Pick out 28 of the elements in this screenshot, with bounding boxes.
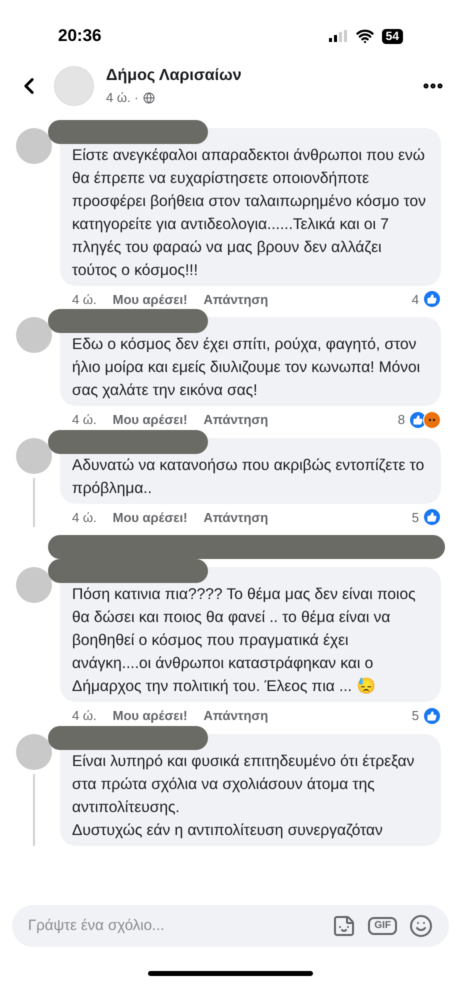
reply-link[interactable]: Απάντηση: [203, 290, 268, 309]
comment-time: 4 ώ.: [72, 411, 97, 429]
like-link[interactable]: Μου αρέσει!: [112, 410, 188, 430]
comment-text: Πόση κατινια πια???? Το θέμα μας δεν είναι ποιος θα δώσει και ποιος θα φανεί .. το θέμα είναι να βοηθηθεί ο κόσμος που πραγματικά έχει ανάγκη....οι άνθρωποι καταστράφηκαν και ο Δήμαρχος την πολιτική του. Έλεος πια ... 😓: [72, 585, 417, 697]
like-link[interactable]: Μου αρέσει!: [112, 508, 188, 527]
comment-text: Εδω ο κόσμος δεν έχει σπίτι, ρούχα, φαγητό, στον ήλιο μοίρα και εμείς διυλιζουμε τον κωνωπα! Μόνοι σας χαλάτε την εικόνα σας!: [72, 335, 422, 401]
reaction-count: 5: [412, 707, 419, 725]
page-name[interactable]: Δήμος Λαρισαίων: [106, 64, 409, 88]
comment-time: 4 ώ.: [72, 290, 97, 308]
comment-input-field[interactable]: Γράψτε ένα σχόλιο...: [28, 914, 320, 938]
reply-link[interactable]: Απάντηση: [203, 706, 268, 726]
reaction-count: 4: [412, 290, 419, 308]
battery-indicator: 54: [382, 28, 403, 44]
comment-text: Αδυνατώ να κατανοήσω που ακριβώς εντοπίζετε το πρόβλημα..: [72, 456, 426, 498]
gif-button[interactable]: GIF: [368, 917, 397, 935]
reply-link[interactable]: Απάντηση: [203, 508, 268, 527]
comment-time: 4 ώ.: [72, 707, 97, 725]
reaction-count: 5: [412, 508, 419, 526]
like-link[interactable]: Μου αρέσει!: [112, 706, 188, 726]
comment-text: Είναι λυπηρό και φυσικά επιτηδευμένο ότι έτρεξαν στα πρώτα σχόλια να σχολιάσουν άτομα της αντιπολίτευσης. Δυστυχώς εάν η αντιπολίτευση συνεργαζόταν: [72, 752, 416, 840]
status-time: 20:36: [58, 25, 102, 48]
reply-link[interactable]: Απάντηση: [203, 410, 268, 430]
comment-input[interactable]: Γράψτε ένα σχόλιο... GIF: [12, 905, 449, 947]
reaction-count: 8: [398, 411, 405, 429]
comment-text: Είστε ανεγκέφαλοι απαραδεκτοι άνθρωποι που ενώ θα έπρεπε να ευχαρίστησετε οποιονδήποτε προσφέρει βοήθεια στον ταλαιπωρημένο κόσμο τον κατηγορείτε για αντιδεολογια......Τελικά και οι 7 πληγές του φαραώ να μας βρουν δεν αλλάζει τούτος ο κόσμος!!!: [72, 146, 427, 280]
post-meta: 4 ώ. ·: [106, 89, 139, 107]
comment-time: 4 ώ.: [72, 508, 97, 526]
like-link[interactable]: Μου αρέσει!: [112, 290, 188, 309]
